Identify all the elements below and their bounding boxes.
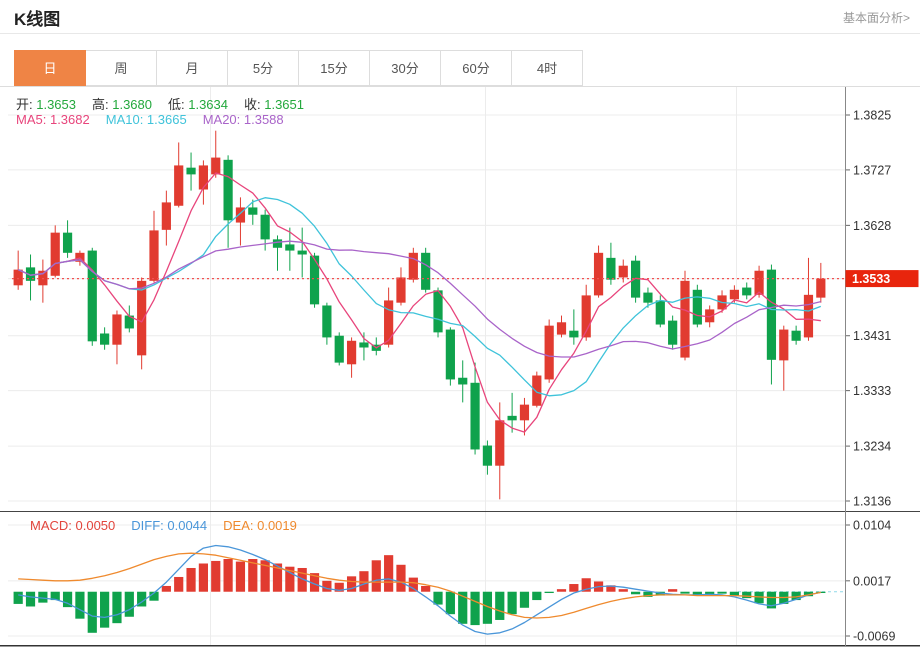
svg-text:1.3431: 1.3431 [853, 329, 891, 343]
tab-interval-7[interactable]: 4时 [512, 50, 583, 86]
tab-interval-2[interactable]: 月 [157, 50, 228, 86]
legend-item: 收: 1.3651 [244, 97, 304, 112]
tab-interval-4[interactable]: 15分 [299, 50, 370, 86]
tab-interval-6[interactable]: 60分 [441, 50, 512, 86]
macd-legend: MACD: 0.0050 DIFF: 0.0044 DEA: 0.0019 [30, 518, 313, 533]
svg-text:1.3727: 1.3727 [853, 163, 891, 177]
price-chart[interactable]: 1.3825 1.3727 1.3628 1.3533 1.3431 1.3333 1.32… [0, 87, 920, 511]
legend-item: MA10: 1.3665 [106, 112, 187, 127]
legend-item: DIFF: 0.0044 [131, 518, 207, 533]
tab-interval-1[interactable]: 周 [86, 50, 157, 86]
kline-widget: K线图 基本面分析> 日周月5分15分30分60分4时 1.3825 1.3727… [0, 0, 920, 647]
ma-legend: MA5: 1.3682 MA10: 1.3665 MA20: 1.3588 [16, 112, 300, 127]
fundamental-analysis-link[interactable]: 基本面分析> [843, 9, 910, 26]
legend-item: 开: 1.3653 [16, 97, 76, 112]
svg-text:1.3136: 1.3136 [853, 495, 891, 509]
interval-tabs: 日周月5分15分30分60分4时 [14, 50, 583, 86]
legend-item: 低: 1.3634 [168, 97, 228, 112]
svg-text:0.0017: 0.0017 [853, 574, 891, 588]
svg-text:1.3628: 1.3628 [853, 219, 891, 233]
svg-text:0.0104: 0.0104 [853, 519, 891, 533]
svg-text:1.3533: 1.3533 [852, 272, 890, 286]
page-title: K线图 [14, 5, 60, 30]
legend-item: DEA: 0.0019 [223, 518, 297, 533]
legend-item: MA5: 1.3682 [16, 112, 90, 127]
current-price-tag: 1.3533 [846, 270, 919, 287]
legend-item: 高: 1.3680 [92, 97, 152, 112]
ohlc-legend: 开: 1.3653 高: 1.3680 低: 1.3634 收: 1.3651 [16, 94, 320, 113]
svg-text:1.3825: 1.3825 [853, 109, 891, 123]
svg-text:-0.0069: -0.0069 [853, 630, 895, 644]
svg-text:1.3333: 1.3333 [853, 384, 891, 398]
legend-item: MA20: 1.3588 [203, 112, 284, 127]
legend-item: MACD: 0.0050 [30, 518, 115, 533]
interval-tabstrip: 日周月5分15分30分60分4时 [0, 50, 920, 87]
tab-interval-3[interactable]: 5分 [228, 50, 299, 86]
tab-interval-0[interactable]: 日 [14, 50, 86, 86]
svg-text:1.3234: 1.3234 [853, 440, 891, 454]
widget-header: K线图 基本面分析> [0, 0, 920, 34]
tab-interval-5[interactable]: 30分 [370, 50, 441, 86]
